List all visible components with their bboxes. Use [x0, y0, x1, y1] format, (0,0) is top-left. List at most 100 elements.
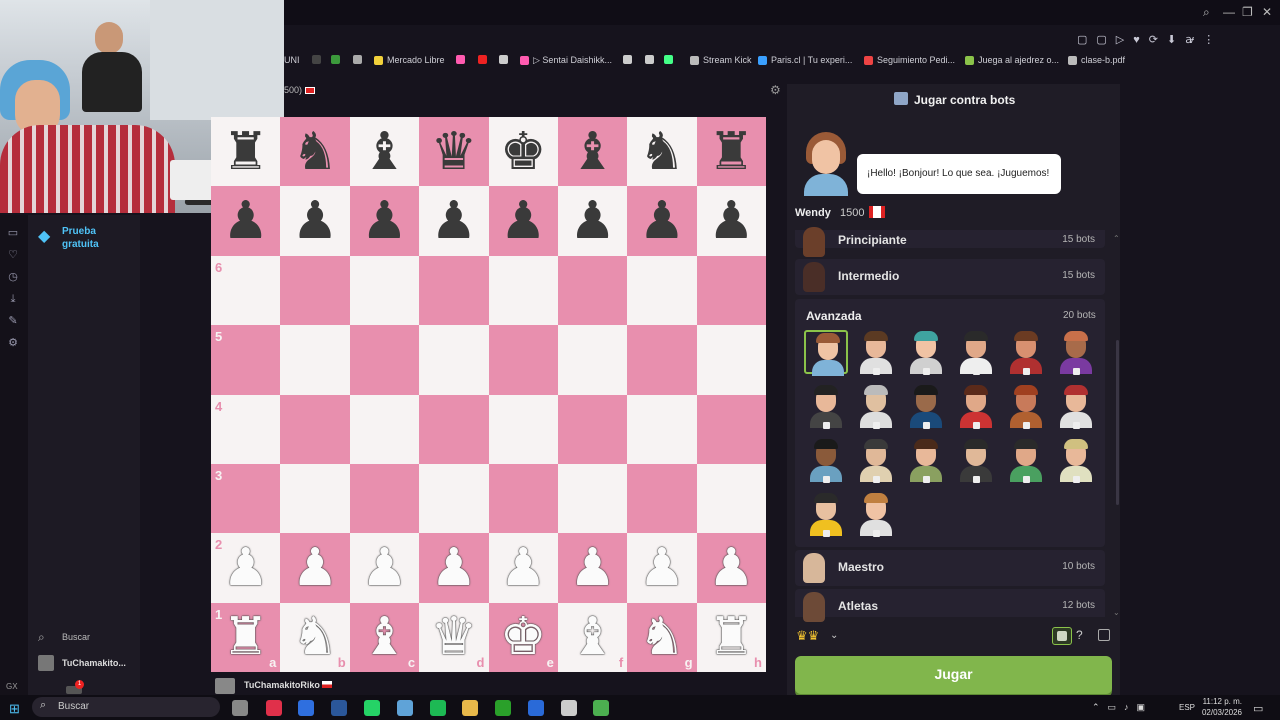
gear-icon[interactable]: ⚙ — [770, 83, 781, 97]
board-square[interactable]: ♟ — [349, 186, 420, 256]
board-square[interactable] — [696, 394, 766, 464]
board-square[interactable] — [349, 463, 420, 534]
history-icon[interactable]: ▭ — [6, 226, 20, 240]
black-king-icon[interactable]: ♚ — [500, 126, 547, 178]
board-square[interactable]: ♜ 1 a — [211, 602, 281, 672]
board-square[interactable]: ♝ — [557, 117, 628, 187]
extensions-icon[interactable]: ✎ — [6, 314, 20, 328]
board-square[interactable]: ♝ f — [557, 602, 628, 672]
chevron-down-icon[interactable]: ⌄ — [830, 630, 838, 641]
bot-avatar[interactable] — [804, 438, 848, 483]
board-square[interactable]: ♟ — [557, 186, 628, 256]
bot-avatar[interactable] — [854, 384, 898, 429]
black-pawn-icon[interactable]: ♟ — [569, 195, 616, 247]
board-square[interactable] — [419, 325, 489, 395]
board-square[interactable] — [627, 255, 697, 326]
scroll-down-icon[interactable]: ⌄ — [1113, 608, 1120, 617]
extension-icons[interactable]: ▢▢▷♥⟳⬇ꜻ⋮ — [1077, 33, 1223, 46]
black-bishop-icon[interactable]: ♝ — [361, 126, 408, 178]
board-square[interactable]: 3 — [211, 463, 281, 534]
taskbar-search[interactable]: ⌕ Buscar — [32, 697, 220, 717]
category-intermedio[interactable]: Intermedio 15 bots — [795, 259, 1105, 295]
board-square[interactable]: ♛ — [419, 117, 489, 187]
bookmark-item[interactable]: Stream Kick — [690, 55, 752, 65]
app-icon[interactable] — [397, 700, 413, 716]
board-square[interactable]: ♞ — [627, 117, 697, 187]
board-square[interactable]: ♝ — [349, 117, 420, 187]
chess-board[interactable]: ♜ ♞ ♝ ♛ ♚ ♝ ♞ ♜ ♟ ♟ ♟ ♟ ♟ ♟ ♟ ♟ 6 5 4 3 ♟ 2 ♟ ♟ ♟ ♟ ♟ ♟ ♟ ♜ 1 a ♞ b ♝ c ♛ d ♚ e… — [211, 117, 766, 672]
white-pawn-icon[interactable]: ♟ — [708, 542, 755, 594]
board-square[interactable]: ♟ — [488, 186, 558, 256]
board-square[interactable]: ♟ — [696, 533, 766, 603]
board-square[interactable]: ♟ — [488, 533, 558, 603]
board-square[interactable]: ♟ — [280, 186, 350, 256]
board-square[interactable]: ♝ c — [349, 602, 420, 672]
bot-avatar[interactable] — [1054, 438, 1098, 483]
board-square[interactable] — [349, 255, 420, 326]
black-pawn-icon[interactable]: ♟ — [292, 195, 339, 247]
bot-avatar[interactable] — [804, 384, 848, 429]
black-queen-icon[interactable]: ♛ — [431, 126, 478, 178]
board-square[interactable]: ♚ e — [488, 602, 558, 672]
clock-icon[interactable]: ◷ — [6, 270, 20, 284]
board-square[interactable] — [488, 325, 558, 395]
black-pawn-icon[interactable]: ♟ — [708, 195, 755, 247]
bookmark-item[interactable] — [353, 55, 366, 64]
board-square[interactable] — [627, 394, 697, 464]
word-icon[interactable] — [331, 700, 347, 716]
white-pawn-icon[interactable]: ♟ — [569, 542, 616, 594]
black-pawn-icon[interactable]: ♟ — [500, 195, 547, 247]
bot-avatar[interactable] — [1004, 438, 1048, 483]
black-pawn-icon[interactable]: ♟ — [639, 195, 686, 247]
restore-icon[interactable]: ❐ — [1242, 5, 1253, 19]
black-knight-icon[interactable]: ♞ — [292, 126, 339, 178]
white-pawn-icon[interactable]: ♟ — [361, 542, 408, 594]
bot-avatar[interactable] — [904, 384, 948, 429]
bookmark-item[interactable] — [478, 55, 491, 64]
bookmark-item[interactable]: Seguimiento Pedi... — [864, 55, 955, 65]
bookmark-item[interactable] — [499, 55, 512, 64]
bot-avatar[interactable] — [1004, 330, 1048, 375]
white-knight-icon[interactable]: ♞ — [292, 611, 339, 663]
whatsapp-icon[interactable] — [364, 700, 380, 716]
board-square[interactable]: ♜ h — [696, 602, 766, 672]
bookmark-item[interactable]: Juega al ajedrez o... — [965, 55, 1059, 65]
language-indicator[interactable]: ESP — [1179, 703, 1195, 712]
white-knight-icon[interactable]: ♞ — [639, 611, 686, 663]
white-pawn-icon[interactable]: ♟ — [292, 542, 339, 594]
board-square[interactable] — [557, 463, 628, 534]
board-square[interactable]: ♟ — [419, 533, 489, 603]
board-square[interactable] — [419, 394, 489, 464]
board-square[interactable]: ♟ — [280, 533, 350, 603]
scrollbar[interactable] — [1116, 340, 1119, 505]
category-label[interactable]: Avanzada — [806, 309, 862, 323]
bookmark-item[interactable]: UNI — [284, 55, 300, 65]
board-square[interactable]: ♟ 2 — [211, 533, 281, 603]
bookmark-item[interactable] — [456, 55, 469, 64]
black-rook-icon[interactable]: ♜ — [222, 126, 269, 178]
bookmark-item[interactable] — [645, 55, 658, 64]
bot-avatar[interactable] — [854, 330, 898, 375]
white-rook-icon[interactable]: ♜ — [222, 611, 269, 663]
black-pawn-icon[interactable]: ♟ — [222, 195, 269, 247]
copilot-icon[interactable] — [298, 700, 314, 716]
task-view-icon[interactable] — [232, 700, 248, 716]
scroll-up-icon[interactable]: ⌃ — [1113, 234, 1120, 243]
system-tray-icons[interactable]: ⌃▭♪▣ — [1092, 702, 1153, 713]
board-square[interactable]: ♜ — [211, 117, 281, 187]
board-square[interactable] — [627, 463, 697, 534]
bookmark-item[interactable] — [312, 55, 325, 64]
spotify-icon[interactable] — [430, 700, 446, 716]
black-knight-icon[interactable]: ♞ — [639, 126, 686, 178]
board-square[interactable]: 6 — [211, 255, 281, 326]
bot-avatar[interactable] — [854, 438, 898, 483]
black-pawn-icon[interactable]: ♟ — [431, 195, 478, 247]
premium-trial-label-2[interactable]: gratuita — [62, 239, 99, 250]
board-square[interactable]: ♟ — [696, 186, 766, 256]
board-square[interactable] — [280, 255, 350, 326]
opera-gx-icon[interactable] — [266, 700, 282, 716]
bookmark-item[interactable] — [623, 55, 636, 64]
board-square[interactable]: ♞ — [280, 117, 350, 187]
crown-icon[interactable]: ♛♛ — [796, 628, 819, 644]
board-square[interactable]: 4 — [211, 394, 281, 464]
